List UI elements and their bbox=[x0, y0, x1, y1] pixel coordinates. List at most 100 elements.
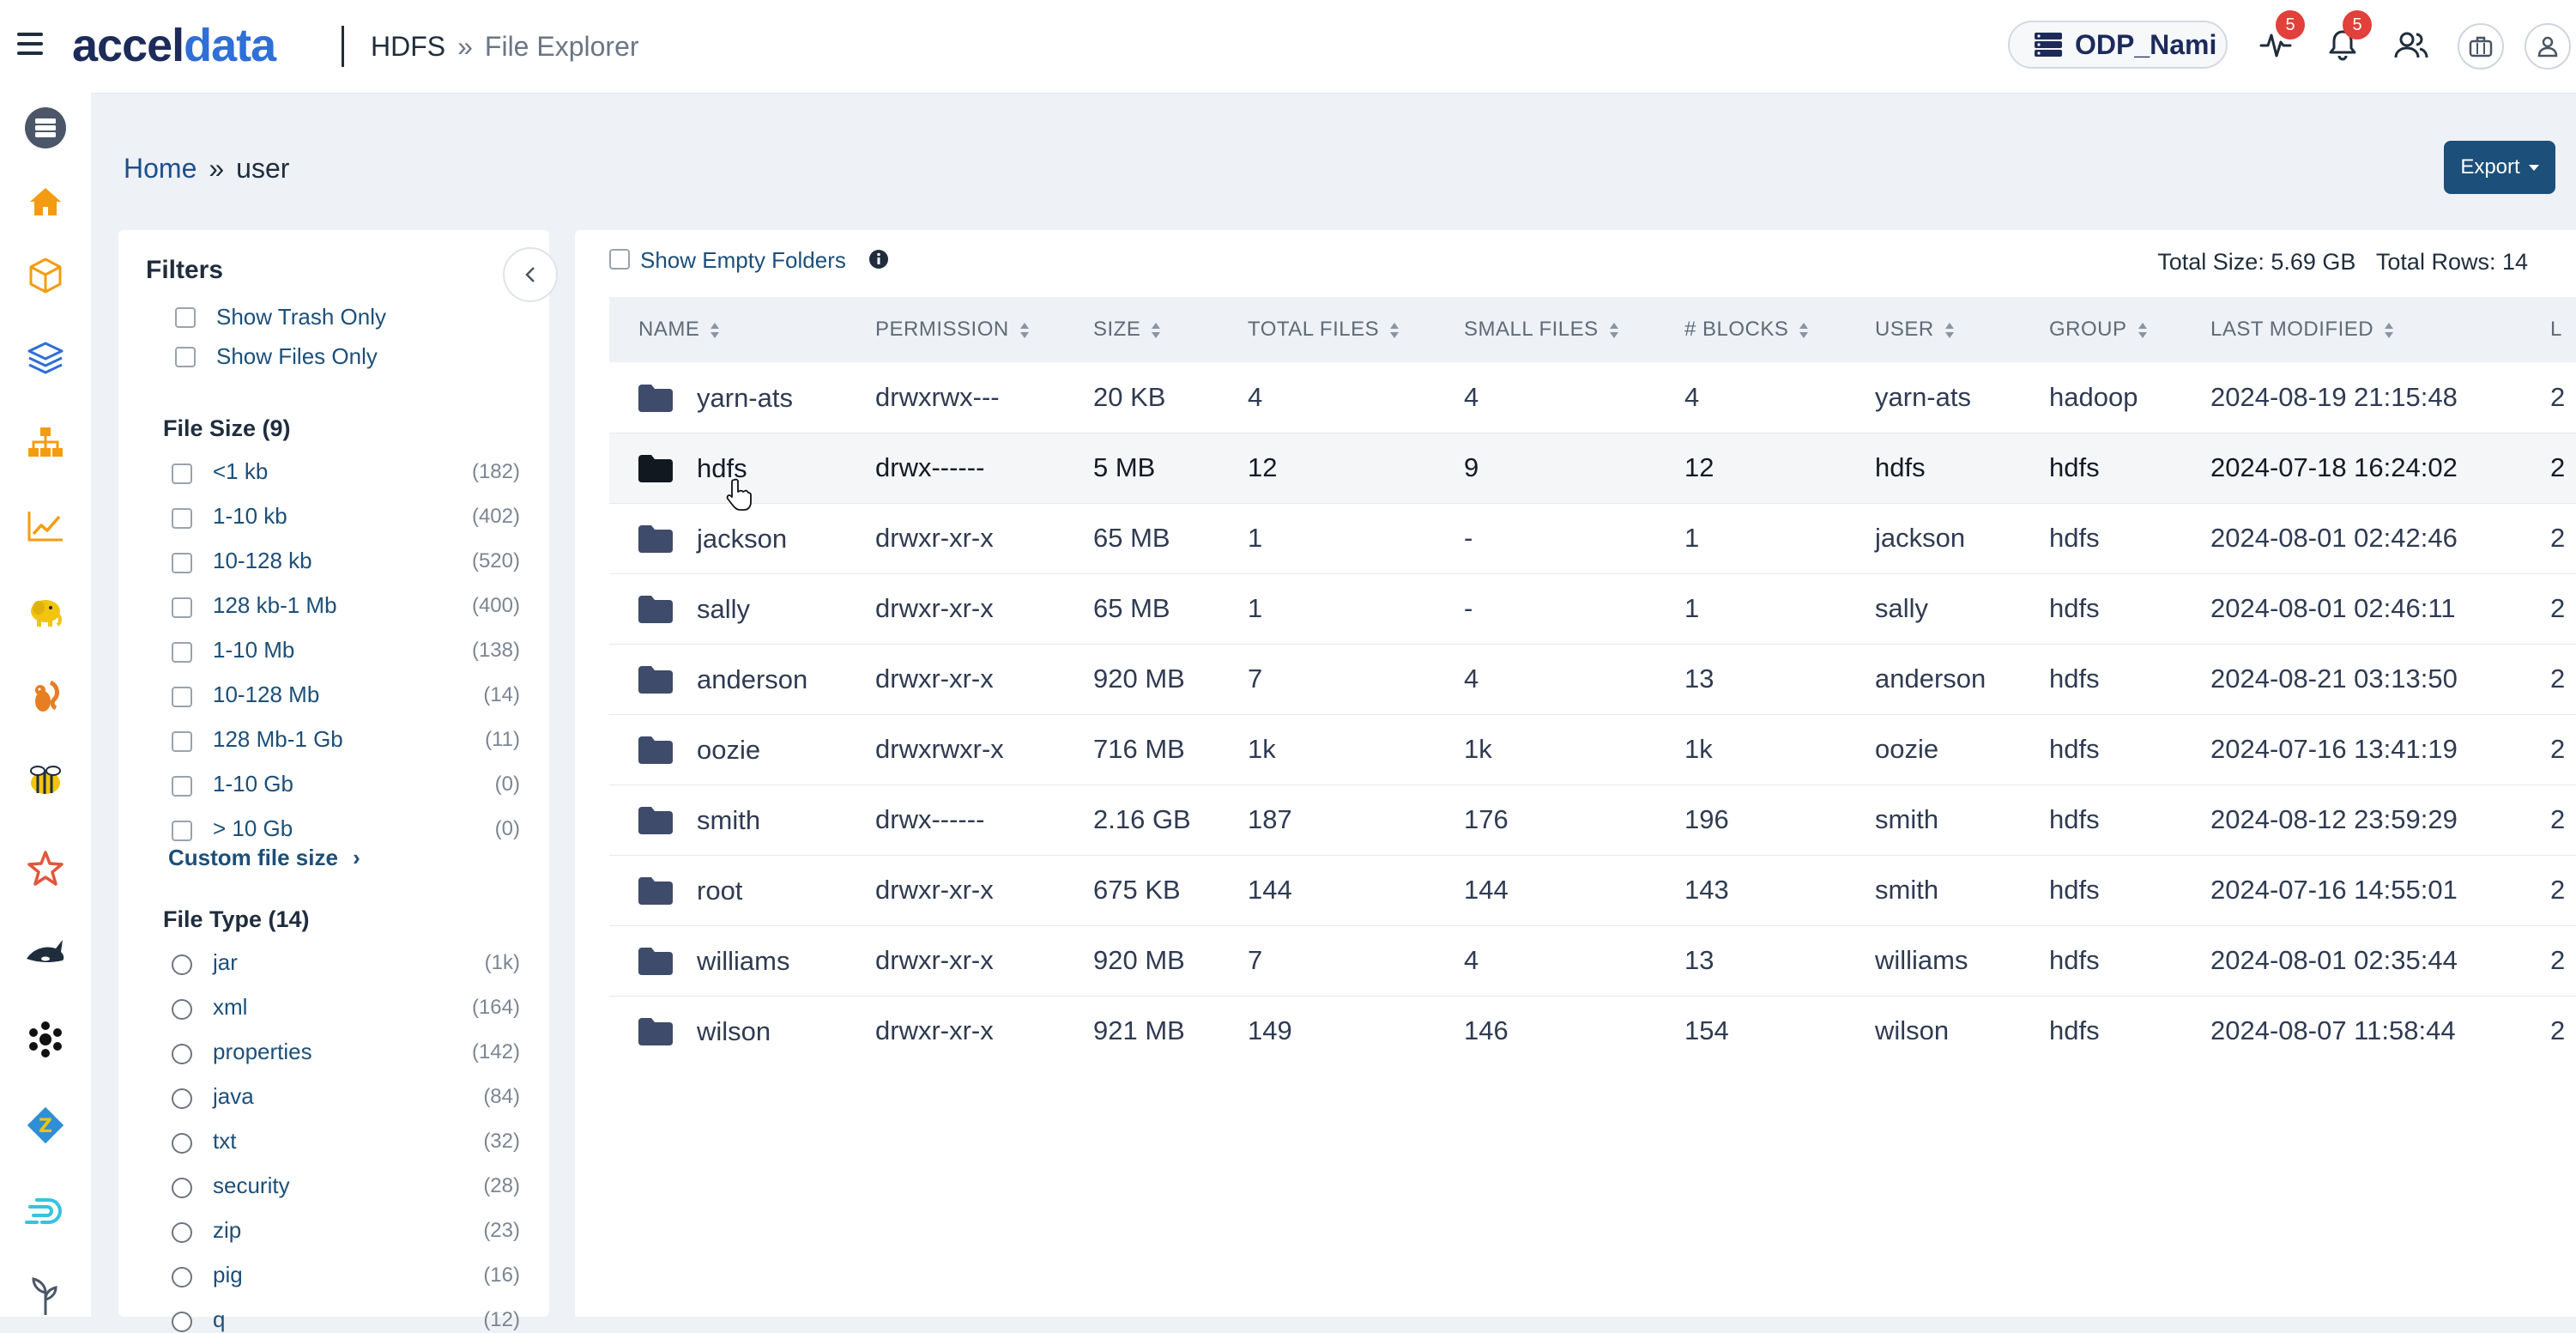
header-section[interactable]: HDFS bbox=[371, 31, 445, 62]
file-type-option-label[interactable]: xml bbox=[213, 994, 247, 1021]
file-size-option-checkbox[interactable] bbox=[172, 508, 192, 529]
file-type-option-radio[interactable] bbox=[172, 1222, 192, 1243]
table-row[interactable]: jackson drwxr-xr-x 65 MB 1 - 1 jackson hdfs 2024… bbox=[609, 503, 2576, 573]
nav-druid[interactable] bbox=[24, 1190, 67, 1233]
collapse-filters-button[interactable] bbox=[503, 247, 558, 302]
file-type-option-label[interactable]: txt bbox=[213, 1128, 236, 1154]
nav-plant[interactable] bbox=[24, 1275, 67, 1318]
show-trash-label[interactable]: Show Trash Only bbox=[216, 304, 386, 330]
file-size-option-label[interactable]: 10-128 Mb bbox=[213, 682, 319, 708]
table-row[interactable]: williams drwxr-xr-x 920 MB 7 4 13 williams hdfs… bbox=[609, 925, 2576, 996]
file-type-option-label[interactable]: java bbox=[213, 1083, 254, 1110]
file-type-option-label[interactable]: properties bbox=[213, 1039, 312, 1065]
table-row[interactable]: hdfs drwx------ 5 MB 12 9 12 hdfs hdfs 2024-07-1… bbox=[609, 433, 2576, 503]
table-row[interactable]: anderson drwxr-xr-x 920 MB 7 4 13 anderson hdfs… bbox=[609, 644, 2576, 714]
file-size-option-checkbox[interactable] bbox=[172, 731, 192, 752]
nav-packages[interactable] bbox=[24, 254, 67, 297]
file-size-option-checkbox[interactable] bbox=[172, 687, 192, 707]
briefcase-button[interactable] bbox=[2458, 23, 2504, 70]
file-type-option-radio[interactable] bbox=[172, 999, 192, 1020]
file-size-option-label[interactable]: 128 Mb-1 Gb bbox=[213, 726, 343, 753]
sort-icon[interactable] bbox=[1151, 322, 1161, 339]
file-type-option-radio[interactable] bbox=[172, 1088, 192, 1109]
file-size-option-label[interactable]: 1-10 Gb bbox=[213, 771, 293, 797]
nav-zeppelin[interactable]: Z bbox=[24, 1104, 67, 1147]
file-type-option-label[interactable]: pig bbox=[213, 1262, 243, 1288]
file-type-option-radio[interactable] bbox=[172, 1044, 192, 1064]
file-type-option-radio[interactable] bbox=[172, 954, 192, 975]
show-empty-folders-checkbox[interactable] bbox=[609, 249, 630, 270]
file-type-option-radio[interactable] bbox=[172, 1133, 192, 1154]
nav-analytics[interactable] bbox=[24, 505, 67, 548]
nav-layers[interactable] bbox=[24, 336, 67, 379]
column-header[interactable]: L bbox=[2521, 297, 2576, 362]
file-size-option-label[interactable]: 1-10 kb bbox=[213, 503, 287, 530]
users-button[interactable] bbox=[2392, 26, 2430, 64]
health-button[interactable]: 5 bbox=[2257, 10, 2305, 64]
table-row[interactable]: sally drwxr-xr-x 65 MB 1 - 1 sally hdfs 2024-08-… bbox=[609, 573, 2576, 644]
folder-name-link[interactable]: wilson bbox=[697, 1016, 771, 1046]
table-row[interactable]: wilson drwxr-xr-x 921 MB 149 146 154 wilson hdf… bbox=[609, 996, 2576, 1066]
file-type-option-radio[interactable] bbox=[172, 1267, 192, 1288]
file-type-option-label[interactable]: security bbox=[213, 1172, 290, 1199]
column-header[interactable]: TOTAL FILES bbox=[1218, 297, 1435, 362]
file-size-option-label[interactable]: 1-10 Mb bbox=[213, 637, 294, 663]
file-size-option-checkbox[interactable] bbox=[172, 642, 192, 663]
notifications-button[interactable]: 5 bbox=[2324, 10, 2372, 64]
file-type-option-label[interactable]: q bbox=[213, 1306, 225, 1333]
column-header[interactable]: NAME bbox=[609, 297, 846, 362]
table-row[interactable]: smith drwx------ 2.16 GB 187 176 196 smith hdfs… bbox=[609, 785, 2576, 855]
column-header[interactable]: GROUP bbox=[2020, 297, 2181, 362]
file-size-option-label[interactable]: <1 kb bbox=[213, 458, 268, 485]
sort-icon[interactable] bbox=[1944, 322, 1955, 339]
show-empty-folders-label[interactable]: Show Empty Folders bbox=[640, 247, 846, 274]
folder-name-link[interactable]: smith bbox=[697, 805, 760, 835]
file-type-option-radio[interactable] bbox=[172, 1178, 192, 1198]
sort-icon[interactable] bbox=[1609, 322, 1619, 339]
nav-hive[interactable] bbox=[24, 760, 67, 803]
folder-name-link[interactable]: jackson bbox=[697, 524, 787, 554]
file-size-option-label[interactable]: 10-128 kb bbox=[213, 548, 312, 574]
show-trash-checkbox[interactable] bbox=[175, 307, 196, 328]
file-type-option-radio[interactable] bbox=[172, 1312, 192, 1332]
brand-logo[interactable]: acceldata bbox=[72, 19, 276, 72]
file-size-option-checkbox[interactable] bbox=[172, 464, 192, 484]
column-header[interactable]: LAST MODIFIED bbox=[2181, 297, 2521, 362]
table-row[interactable]: yarn-ats drwxrwx--- 20 KB 4 4 4 yarn-ats hadoop… bbox=[609, 362, 2576, 433]
sort-icon[interactable] bbox=[710, 322, 720, 339]
nav-hadoop[interactable] bbox=[24, 591, 67, 633]
export-button[interactable]: Export bbox=[2444, 141, 2555, 194]
table-row[interactable]: oozie drwxrwxr-x 716 MB 1k 1k 1k oozie hdfs 2024… bbox=[609, 714, 2576, 785]
column-header[interactable]: SMALL FILES bbox=[1435, 297, 1655, 362]
sort-icon[interactable] bbox=[1019, 322, 1030, 339]
folder-name-link[interactable]: sally bbox=[697, 594, 750, 624]
show-files-label[interactable]: Show Files Only bbox=[216, 343, 378, 370]
nav-spark[interactable] bbox=[24, 846, 67, 889]
table-row[interactable]: root drwxr-xr-x 675 KB 144 144 143 smith hdfs 20… bbox=[609, 855, 2576, 925]
nav-orca[interactable] bbox=[24, 932, 67, 975]
column-header[interactable]: SIZE bbox=[1064, 297, 1218, 362]
file-size-option-checkbox[interactable] bbox=[172, 553, 192, 573]
nav-kafka[interactable] bbox=[24, 1018, 67, 1061]
file-size-option-label[interactable]: 128 kb-1 Mb bbox=[213, 592, 337, 619]
nav-clusters[interactable] bbox=[24, 106, 67, 149]
file-size-option-checkbox[interactable] bbox=[172, 821, 192, 841]
sort-icon[interactable] bbox=[2138, 322, 2148, 339]
sort-icon[interactable] bbox=[1799, 322, 1809, 339]
file-type-option-label[interactable]: jar bbox=[213, 949, 238, 976]
profile-button[interactable] bbox=[2525, 23, 2571, 70]
folder-name-link[interactable]: root bbox=[697, 876, 742, 906]
nav-home[interactable] bbox=[24, 180, 67, 223]
nav-pig[interactable] bbox=[24, 676, 67, 719]
sort-icon[interactable] bbox=[2384, 322, 2394, 339]
folder-name-link[interactable]: williams bbox=[697, 946, 790, 976]
nav-hierarchy[interactable] bbox=[24, 421, 67, 464]
folder-name-link[interactable]: anderson bbox=[697, 664, 807, 694]
custom-file-size-link[interactable]: Custom file size › bbox=[168, 845, 360, 871]
file-size-option-label[interactable]: > 10 Gb bbox=[213, 815, 293, 842]
folder-name-link[interactable]: yarn-ats bbox=[697, 383, 793, 413]
sort-icon[interactable] bbox=[1389, 322, 1400, 339]
show-files-checkbox[interactable] bbox=[175, 347, 196, 367]
breadcrumb-home[interactable]: Home bbox=[124, 153, 197, 184]
file-size-option-checkbox[interactable] bbox=[172, 597, 192, 618]
